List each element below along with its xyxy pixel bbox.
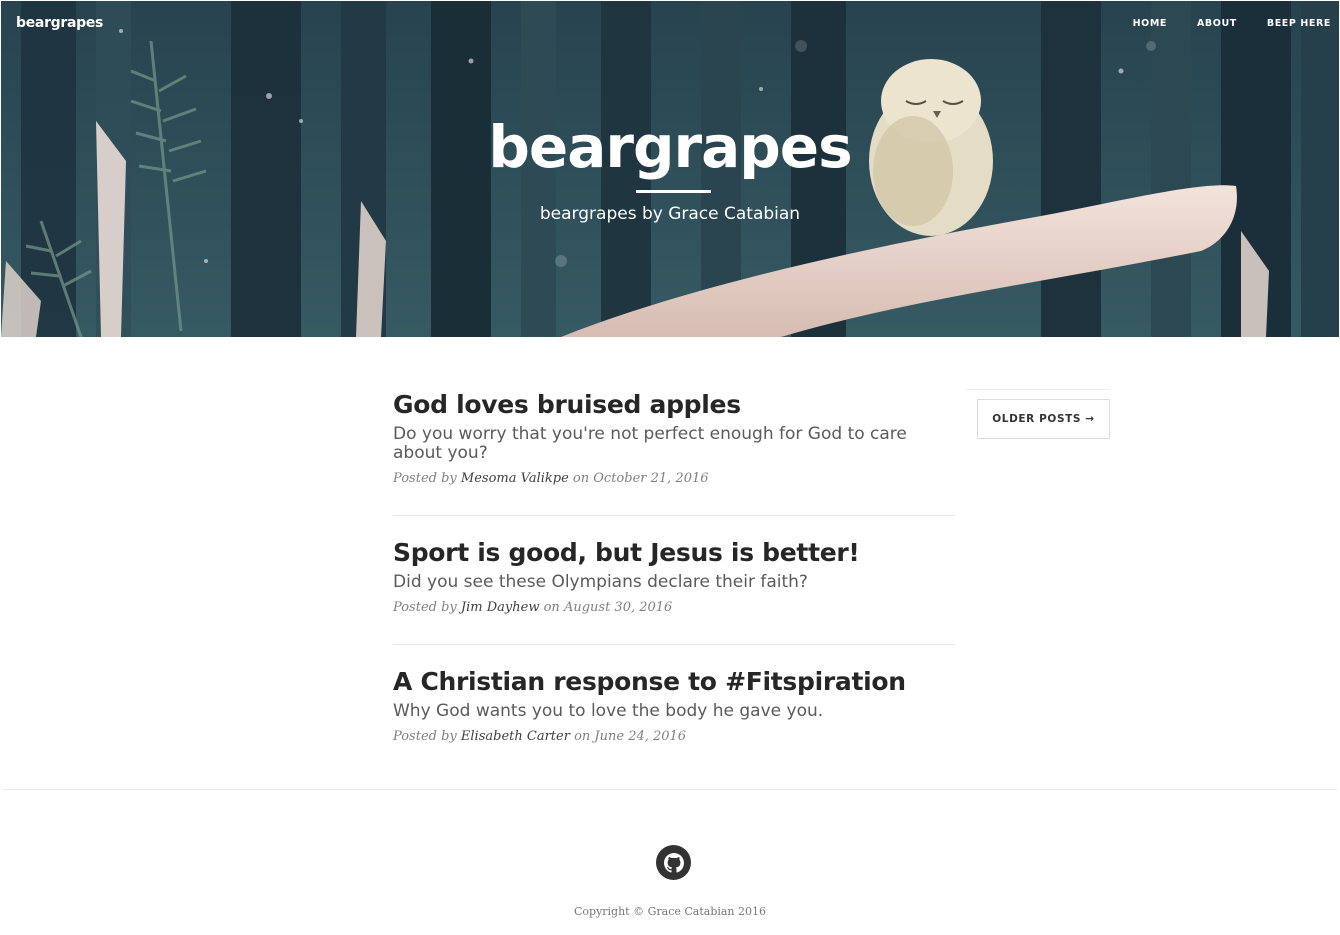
post-author-link[interactable]: Jim Dayhew [461,600,540,615]
post-subtitle: Why God wants you to love the body he ga… [393,701,824,721]
post-preview[interactable]: A Christian response to #Fitspiration Wh… [393,665,955,745]
post-date: August 30, 2016 [563,600,673,615]
github-glyph [663,852,684,873]
site-title: beargrapes [488,113,852,181]
post-preview[interactable]: God loves bruised apples Do you worry th… [393,388,955,487]
post-title-link[interactable]: A Christian response to #Fitspiration [393,665,955,699]
post-meta: Posted by Elisabeth Carter on June 24, 2… [393,729,955,745]
older-posts-button[interactable]: OLDER POSTS → [977,399,1110,439]
post-meta-on: on [572,471,590,486]
post-meta-on: on [574,729,591,744]
post-meta: Posted by Jim Dayhew on August 30, 2016 [393,600,955,616]
post-title-link[interactable]: God loves bruised apples [393,388,955,422]
post-title-link[interactable]: Sport is good, but Jesus is better! [393,536,955,570]
nav-link-about[interactable]: ABOUT [1167,18,1237,29]
post-meta-on: on [543,600,560,615]
navbar-links: HOME ABOUT BEEP HERE [1103,18,1331,29]
post-divider [393,644,955,645]
github-icon[interactable] [656,845,691,880]
nav-link-beep-here[interactable]: BEEP HERE [1237,18,1331,29]
post-author-link[interactable]: Mesoma Valikpe [461,471,569,486]
post-subtitle: Did you see these Olympians declare thei… [393,572,808,592]
site-subtitle: beargrapes by Grace Catabian [539,204,801,224]
post-preview[interactable]: Sport is good, but Jesus is better! Did … [393,536,955,616]
post-date: October 21, 2016 [593,471,709,486]
post-date: June 24, 2016 [594,729,687,744]
post-subtitle: Do you worry that you're not perfect eno… [393,424,907,463]
post-meta-prefix: Posted by [393,729,457,744]
nav-link-home[interactable]: HOME [1103,18,1167,29]
post-divider [393,515,955,516]
title-divider [636,190,711,193]
header-hero: beargrapes HOME ABOUT BEEP HERE beargrap… [1,1,1339,337]
footer-divider [3,789,1337,790]
navbar-brand-link[interactable]: beargrapes [16,15,103,31]
post-meta: Posted by Mesoma Valikpe on October 21, … [393,471,955,487]
post-meta-prefix: Posted by [393,600,457,615]
copyright-text: Copyright © Grace Catabian 2016 [573,905,767,918]
post-author-link[interactable]: Elisabeth Carter [461,729,570,744]
post-meta-prefix: Posted by [393,471,457,486]
pager-divider [965,389,1110,390]
